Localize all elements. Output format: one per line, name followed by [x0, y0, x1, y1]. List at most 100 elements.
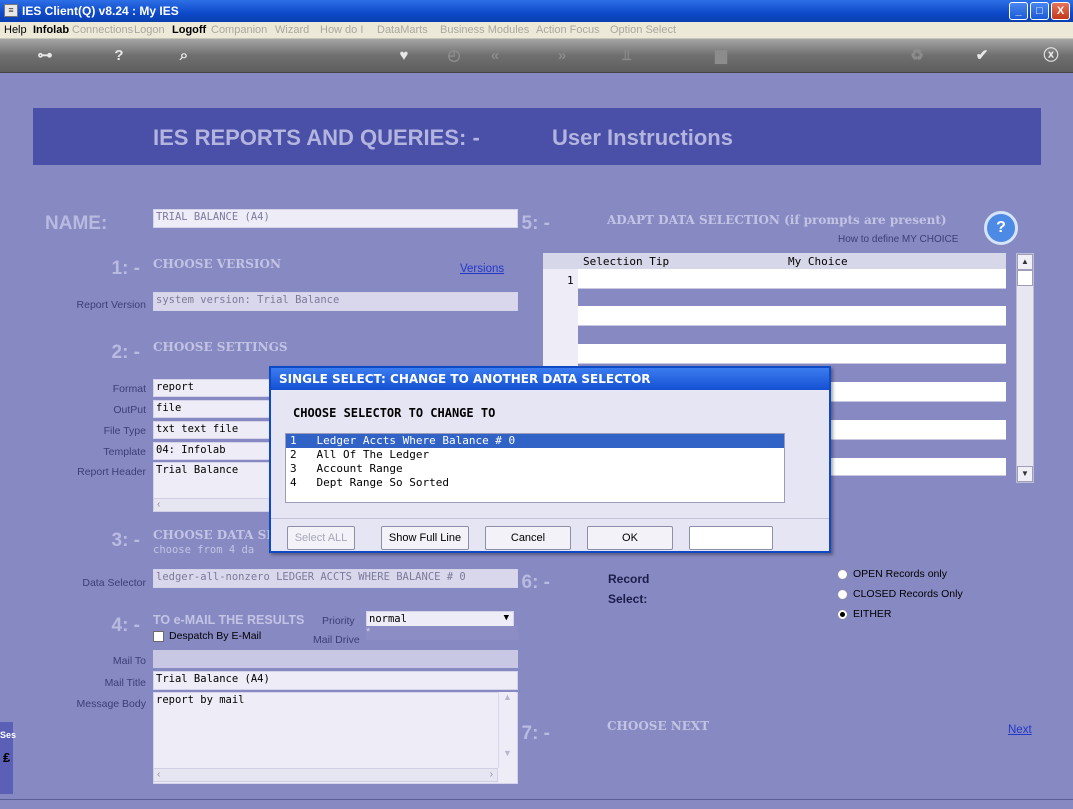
grid-row[interactable] — [578, 269, 1006, 289]
header-scroll-left-icon[interactable]: ‹ — [153, 498, 278, 512]
choose-next-title: CHOOSE NEXT — [607, 719, 710, 733]
report-name-field[interactable]: TRIAL BALANCE (A4) — [153, 209, 518, 228]
cancel-button[interactable]: Cancel — [485, 526, 571, 550]
item-number: 2 — [290, 448, 297, 461]
despatch-email-label: Despatch By E-Mail — [169, 630, 262, 642]
list-item[interactable]: 3 Account Range — [286, 462, 784, 476]
menu-logon[interactable]: Logon — [134, 24, 165, 36]
select-all-button[interactable]: Select ALL — [287, 526, 355, 550]
show-full-line-button[interactable]: Show Full Line — [381, 526, 469, 550]
name-label: NAME: — [45, 213, 108, 234]
menu-datamarts[interactable]: DataMarts — [377, 24, 428, 36]
either-radio[interactable] — [837, 609, 848, 620]
scroll-thumb[interactable] — [1017, 270, 1033, 286]
menu-action-focus[interactable]: Action Focus — [536, 24, 600, 36]
mail-to-field[interactable] — [153, 650, 518, 668]
monitor-icon[interactable]: ▆ — [710, 47, 732, 65]
item-text: Dept Range So Sorted — [316, 476, 449, 489]
menu-how-do-i[interactable]: How do I — [320, 24, 363, 36]
adapt-data-selection-suffix: (if prompts are present) — [784, 213, 947, 227]
mail-drive-label: Mail Drive — [313, 634, 360, 646]
item-number: 3 — [290, 462, 297, 475]
choose-settings-title: CHOOSE SETTINGS — [153, 340, 288, 354]
back-icon[interactable]: « — [484, 47, 506, 65]
menu-logoff[interactable]: Logoff — [172, 24, 206, 36]
grid-row[interactable] — [578, 344, 1006, 364]
next-link[interactable]: Next — [1008, 724, 1032, 736]
help-icon[interactable]: ? — [108, 47, 130, 65]
step-6-number: 6: - — [521, 572, 551, 593]
ok-button[interactable]: OK — [587, 526, 673, 550]
close-window-button[interactable]: X — [1051, 2, 1070, 20]
scroll-down-icon[interactable]: ▼ — [1017, 466, 1033, 482]
template-field[interactable]: 04: Infolab — [153, 442, 278, 460]
closed-records-label: CLOSED Records Only — [853, 588, 963, 600]
selector-list[interactable]: 1 Ledger Accts Where Balance # 0 2 All O… — [285, 433, 785, 503]
mail-to-label: Mail To — [112, 655, 146, 667]
menu-infolab[interactable]: Infolab — [33, 24, 69, 36]
recycle-icon[interactable]: ♻ — [906, 47, 928, 65]
clock-icon[interactable]: ◴ — [443, 47, 465, 65]
mail-title-field[interactable]: Trial Balance (A4) — [153, 671, 518, 690]
format-field[interactable]: report — [153, 379, 278, 397]
scroll-up-icon[interactable]: ▲ — [499, 692, 516, 702]
dialog-input[interactable] — [689, 526, 773, 550]
grid-scrollbar[interactable]: ▲ ▼ — [1016, 253, 1034, 483]
message-body-hscroll[interactable]: ‹ › — [153, 768, 498, 782]
list-item[interactable]: 2 All Of The Ledger — [286, 448, 784, 462]
item-number: 4 — [290, 476, 297, 489]
open-records-label: OPEN Records only — [853, 568, 947, 580]
menu-business-modules[interactable]: Business Modules — [440, 24, 529, 36]
maximize-button[interactable]: □ — [1030, 2, 1049, 20]
scroll-left-icon[interactable]: ‹ — [157, 769, 160, 780]
email-results-title: TO e-MAIL THE RESULTS — [153, 613, 305, 627]
status-bar — [0, 799, 1073, 809]
despatch-email-checkbox[interactable] — [153, 631, 164, 642]
choose-data-selector-subtitle: choose from 4 da — [153, 544, 255, 556]
forward-icon[interactable]: » — [551, 47, 573, 65]
either-label: EITHER — [853, 608, 892, 620]
col-selection-tip: Selection Tip — [583, 255, 670, 268]
mail-drive-field[interactable]: * — [366, 626, 518, 640]
scroll-down-icon[interactable]: ▼ — [499, 748, 516, 758]
step-3-number: 3: - — [111, 530, 141, 551]
menu-companion[interactable]: Companion — [211, 24, 267, 36]
file-type-field[interactable]: txt text file — [153, 421, 278, 439]
check-icon[interactable]: ✔ — [971, 47, 993, 65]
window-title-bar[interactable]: ≡ IES Client(Q) v8.24 : My IES _ □ X — [0, 0, 1073, 22]
report-version-field[interactable]: system version: Trial Balance — [153, 292, 518, 311]
key-icon[interactable]: ⊶ — [30, 47, 60, 65]
open-records-radio[interactable] — [837, 569, 848, 580]
side-panel-label: Ses — [0, 730, 17, 740]
format-label: Format — [112, 383, 146, 395]
minimize-button[interactable]: _ — [1009, 2, 1028, 20]
grid-row-number: 1 — [567, 274, 574, 287]
grid-row[interactable] — [578, 306, 1006, 326]
menu-option-select[interactable]: Option Select — [610, 24, 676, 36]
menu-wizard[interactable]: Wizard — [275, 24, 309, 36]
data-selector-field[interactable]: ledger-all-nonzero LEDGER ACCTS WHERE BA… — [153, 569, 518, 588]
how-to-define-link[interactable]: How to define MY CHOICE — [838, 234, 958, 245]
side-panel[interactable]: Ses ₤ — [0, 722, 17, 794]
dialog-title[interactable]: SINGLE SELECT: CHANGE TO ANOTHER DATA SE… — [271, 368, 829, 390]
search-icon[interactable]: ⌕ — [173, 47, 195, 65]
grid-row-gap — [578, 289, 1006, 306]
versions-link[interactable]: Versions — [460, 263, 504, 275]
output-label: OutPut — [113, 404, 146, 416]
help-circle-icon[interactable]: ? — [984, 211, 1018, 245]
menu-connections[interactable]: Connections — [72, 24, 133, 36]
closed-records-radio[interactable] — [837, 589, 848, 600]
list-item[interactable]: 4 Dept Range So Sorted — [286, 476, 784, 490]
list-item[interactable]: 1 Ledger Accts Where Balance # 0 — [286, 434, 784, 448]
file-type-label: File Type — [103, 425, 146, 437]
menu-help[interactable]: Help — [4, 24, 27, 36]
item-text: Ledger Accts Where Balance # 0 — [316, 434, 516, 447]
tool-icon[interactable]: ⫫ — [616, 47, 638, 65]
close-icon[interactable]: ⓧ — [1040, 47, 1062, 65]
scroll-right-icon[interactable]: › — [490, 769, 493, 780]
toolbar: ⊶ ? ⌕ ♥ ◴ « » ⫫ ▆ ♻ ✔ ⓧ — [0, 39, 1073, 73]
grid-header: Selection Tip My Choice — [543, 253, 1006, 269]
heart-icon[interactable]: ♥ — [393, 47, 415, 65]
output-field[interactable]: file — [153, 400, 278, 418]
scroll-up-icon[interactable]: ▲ — [1017, 254, 1033, 270]
